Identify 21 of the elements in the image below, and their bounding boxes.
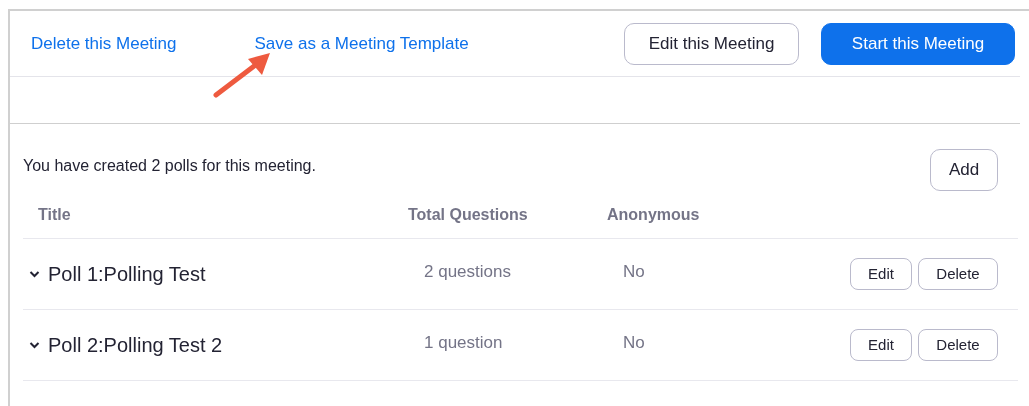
link[interactable]: Delete this Meeting <box>31 30 177 57</box>
column-header: Title <box>38 204 72 225</box>
add-button[interactable]: Add <box>930 149 998 191</box>
link[interactable]: Save as a Meeting Template <box>254 30 469 57</box>
chevron-icon[interactable] <box>29 341 40 349</box>
delete-button[interactable]: Delete <box>918 329 998 361</box>
button[interactable]: Start this Meeting <box>821 22 1015 65</box>
edit-button[interactable]: Edit <box>850 258 912 290</box>
question-count: 1 question <box>424 332 504 355</box>
column-header: Total Questions <box>408 204 529 225</box>
poll-summary: You have created 2 polls for this meeting. <box>23 156 316 176</box>
delete-button[interactable]: Delete <box>918 258 998 290</box>
column-header: Anonymous <box>607 204 700 225</box>
anonymous-value: No <box>623 332 645 355</box>
chevron-icon[interactable] <box>29 270 40 278</box>
poll-title: Poll 2:Polling Test 2 <box>48 333 224 358</box>
question-count: 2 questions <box>424 261 512 284</box>
button[interactable]: Edit this Meeting <box>624 22 799 65</box>
anonymous-value: No <box>623 261 645 284</box>
poll-title: Poll 1:Polling Test <box>48 262 207 287</box>
edit-button[interactable]: Edit <box>850 329 912 361</box>
